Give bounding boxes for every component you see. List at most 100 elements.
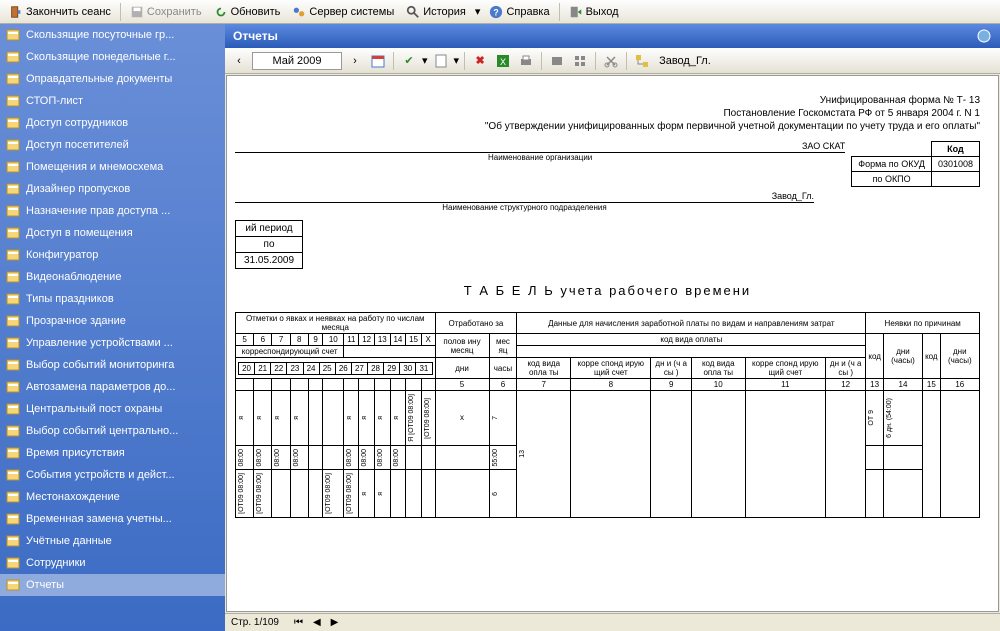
- sidebar-item[interactable]: Время присутствия: [0, 442, 225, 464]
- refresh-button[interactable]: Обновить: [209, 3, 286, 21]
- check-button[interactable]: ✔: [399, 51, 419, 71]
- day-header: 12: [359, 334, 375, 346]
- sidebar-item[interactable]: Автозамена параметров до...: [0, 376, 225, 398]
- day-header: 8: [290, 334, 308, 346]
- view1-button[interactable]: [547, 51, 567, 71]
- sidebar-item[interactable]: Конфигуратор: [0, 244, 225, 266]
- preview-button[interactable]: [431, 51, 451, 71]
- sidebar-item-label: События устройств и дейст...: [26, 469, 175, 481]
- col-half-month: полов ину месяц: [435, 334, 489, 358]
- delete-button[interactable]: ✖: [470, 51, 490, 71]
- zavod-label: Завод_Гл.: [659, 55, 711, 67]
- sidebar-item[interactable]: Учётные данные: [0, 530, 225, 552]
- sidebar-item[interactable]: Доступ сотрудников: [0, 112, 225, 134]
- sidebar-item[interactable]: Скользящие посуточные гр...: [0, 24, 225, 46]
- sidebar-item-label: Учётные данные: [26, 535, 112, 547]
- sidebar-item[interactable]: СТОП-лист: [0, 90, 225, 112]
- blank-cell: [308, 379, 322, 391]
- sidebar-item[interactable]: События устройств и дейст...: [0, 464, 225, 486]
- day-header-2: 30: [400, 362, 416, 374]
- date-display[interactable]: Май 2009: [252, 52, 342, 70]
- view2-button[interactable]: [570, 51, 590, 71]
- report-title-bar: Отчеты: [225, 24, 1000, 48]
- dropdown-arrow-3[interactable]: ▾: [454, 54, 460, 67]
- save-label: Сохранить: [147, 6, 202, 18]
- col-dh-2: дни (часы): [940, 334, 979, 379]
- refresh-icon: [214, 5, 228, 19]
- sidebar-item-icon: [6, 424, 20, 438]
- data-cell: 7: [489, 391, 517, 446]
- data-cell: 55:00: [489, 445, 517, 470]
- prev-page-button[interactable]: ◀: [310, 617, 324, 628]
- data-cell: [406, 470, 422, 518]
- sidebar-item[interactable]: Центральный пост охраны: [0, 398, 225, 420]
- report-document: Унифицированная форма № Т- 13 Постановле…: [227, 76, 998, 536]
- col-month: мес яц: [489, 334, 517, 358]
- sidebar-item[interactable]: Сотрудники: [0, 552, 225, 574]
- data-cell: [390, 470, 406, 518]
- data-cell: 08:00: [359, 445, 375, 470]
- sidebar-item[interactable]: Доступ в помещения: [0, 222, 225, 244]
- sidebar-item[interactable]: Видеонаблюдение: [0, 266, 225, 288]
- tree-button[interactable]: [632, 51, 652, 71]
- sidebar-item[interactable]: Прозрачное здание: [0, 310, 225, 332]
- data-cell: я: [359, 391, 375, 446]
- sidebar-item-label: Центральный пост охраны: [26, 403, 162, 415]
- sidebar-item-label: Видеонаблюдение: [26, 271, 121, 283]
- sidebar-item-label: Дизайнер пропусков: [26, 183, 130, 195]
- excel-icon: X: [496, 54, 510, 68]
- report-viewport[interactable]: Унифицированная форма № Т- 13 Постановле…: [226, 75, 999, 612]
- sidebar-item[interactable]: Дизайнер пропусков: [0, 178, 225, 200]
- sidebar-item[interactable]: Выбор событий центрально...: [0, 420, 225, 442]
- sidebar-item-label: Выбор событий центрально...: [26, 425, 178, 437]
- blank-cell: [236, 379, 254, 391]
- data-cell: [323, 445, 344, 470]
- sidebar-item[interactable]: Помещения и мнемосхема: [0, 156, 225, 178]
- svg-text:?: ?: [494, 7, 499, 17]
- sidebar-item[interactable]: Управление устройствами ...: [0, 332, 225, 354]
- excel-button[interactable]: X: [493, 51, 513, 71]
- dropdown-arrow[interactable]: ▾: [475, 5, 481, 18]
- first-page-button[interactable]: ⏮: [291, 617, 306, 628]
- print-button[interactable]: [516, 51, 536, 71]
- history-button[interactable]: История: [401, 3, 471, 21]
- data-cell: [435, 445, 489, 470]
- cut-button[interactable]: [601, 51, 621, 71]
- date-prev-button[interactable]: ‹: [229, 51, 249, 71]
- dropdown-arrow-2[interactable]: ▾: [422, 54, 428, 67]
- exit-button[interactable]: Выход: [564, 3, 624, 21]
- form-line-3: "Об утверждении унифицированных форм пер…: [235, 120, 980, 133]
- sidebar-item-icon: [6, 578, 20, 592]
- sidebar-item[interactable]: Скользящие понедельные г...: [0, 46, 225, 68]
- blank-cell: [344, 379, 359, 391]
- sidebar-item-label: Управление устройствами ...: [26, 337, 173, 349]
- end-session-button[interactable]: Закончить сеанс: [4, 3, 116, 21]
- sidebar-item[interactable]: Выбор событий мониторинга: [0, 354, 225, 376]
- sidebar-item[interactable]: Доступ посетителей: [0, 134, 225, 156]
- grid-icon: [573, 54, 587, 68]
- footer-num: 8: [571, 379, 651, 391]
- data-cell: [866, 470, 884, 518]
- data-cell: х: [435, 391, 489, 446]
- sidebar-item-label: Выбор событий мониторинга: [26, 359, 174, 371]
- server-button[interactable]: Сервер системы: [287, 3, 399, 21]
- sidebar-item[interactable]: Назначение прав доступа ...: [0, 200, 225, 222]
- pc1: код вида опла ты: [517, 358, 571, 379]
- sidebar-item[interactable]: Местонахождение: [0, 486, 225, 508]
- page-indicator: Стр. 1/109: [231, 617, 279, 628]
- save-button[interactable]: Сохранить: [125, 3, 207, 21]
- data-cell: [308, 470, 322, 518]
- blank-cell: [421, 379, 435, 391]
- sidebar-item-icon: [6, 490, 20, 504]
- sidebar-item[interactable]: Отчеты: [0, 574, 225, 596]
- calendar-button[interactable]: [368, 51, 388, 71]
- doc-header: Унифицированная форма № Т- 13 Постановле…: [235, 94, 980, 133]
- help-button[interactable]: ? Справка: [484, 3, 554, 21]
- next-page-button[interactable]: ▶: [328, 617, 342, 628]
- sidebar-item[interactable]: Типы праздников: [0, 288, 225, 310]
- sidebar-item[interactable]: Оправдательные документы: [0, 68, 225, 90]
- date-next-button[interactable]: ›: [345, 51, 365, 71]
- sidebar-item-icon: [6, 336, 20, 350]
- sidebar-item-icon: [6, 446, 20, 460]
- sidebar-item[interactable]: Временная замена учетны...: [0, 508, 225, 530]
